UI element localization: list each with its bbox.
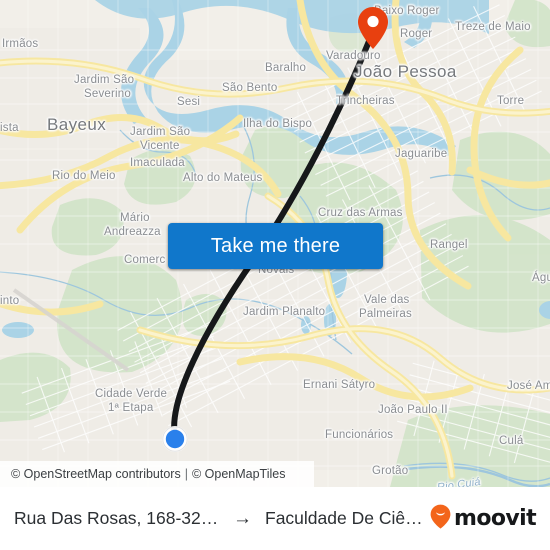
moovit-pin-icon: [430, 504, 451, 534]
attribution-separator: |: [184, 467, 188, 481]
moovit-logo[interactable]: moovit: [430, 504, 537, 534]
origin-marker[interactable]: [161, 425, 189, 453]
moovit-trip-screen: Irmãos Jardim São Severino Sesi São Bento Bar…: [0, 0, 550, 550]
destination-pin[interactable]: [357, 6, 389, 50]
map-attribution: © OpenStreetMap contributors | © OpenMap…: [0, 461, 314, 487]
take-me-there-button[interactable]: Take me there: [168, 223, 383, 269]
trip-summary-bar: Rua Das Rosas, 168-324 - ... → Faculdade…: [0, 487, 550, 550]
openmaptiles-attribution-link[interactable]: © OpenMapTiles: [192, 467, 286, 481]
osm-attribution-link[interactable]: © OpenStreetMap contributors: [11, 467, 181, 481]
trip-origin-label[interactable]: Rua Das Rosas, 168-324 - ...: [14, 508, 222, 529]
arrow-right-icon: →: [233, 508, 252, 529]
moovit-wordmark: moovit: [454, 506, 537, 531]
map-canvas[interactable]: Irmãos Jardim São Severino Sesi São Bento Bar…: [0, 0, 550, 487]
trip-destination-label[interactable]: Faculdade De Ciênci...: [265, 508, 430, 529]
